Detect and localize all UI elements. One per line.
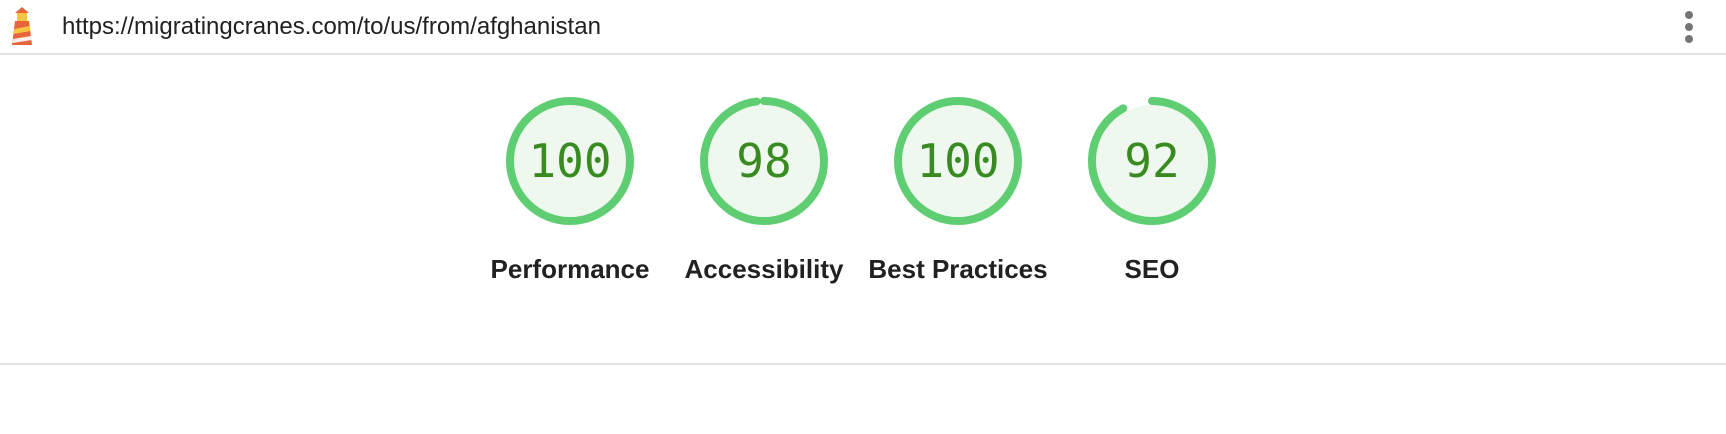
menu-dot xyxy=(1685,11,1693,19)
gauge-best-practices[interactable]: 100 Best Practices xyxy=(861,95,1055,289)
score-gauges: 100 Performance 98 Accessibility 100 Bes… xyxy=(0,55,1726,365)
menu-dot xyxy=(1685,35,1693,43)
gauge-ring: 92 xyxy=(1088,97,1216,225)
gauge-performance[interactable]: 100 Performance xyxy=(473,95,667,289)
gauge-label: Performance xyxy=(490,254,650,284)
gauge-score: 100 xyxy=(916,134,999,188)
menu-dot xyxy=(1685,23,1693,31)
gauge-score: 98 xyxy=(736,134,791,188)
report-header: https://migratingcranes.com/to/us/from/a… xyxy=(0,0,1726,55)
gauge-label: Accessibility xyxy=(684,254,844,284)
gauge-seo[interactable]: 92 SEO xyxy=(1055,95,1249,289)
more-vert-icon[interactable] xyxy=(1676,8,1702,46)
gauge-ring: 98 xyxy=(700,97,828,225)
gauge-accessibility[interactable]: 98 Accessibility xyxy=(667,95,861,289)
gauge-ring: 100 xyxy=(894,97,1022,225)
gauge-label: SEO xyxy=(1124,254,1180,284)
gauge-score: 100 xyxy=(528,134,611,188)
gauge-label: Best Practices xyxy=(868,254,1048,284)
lighthouse-icon xyxy=(12,7,32,45)
gauge-ring: 100 xyxy=(506,97,634,225)
report-url[interactable]: https://migratingcranes.com/to/us/from/a… xyxy=(62,13,601,41)
gauge-score: 92 xyxy=(1124,134,1179,188)
